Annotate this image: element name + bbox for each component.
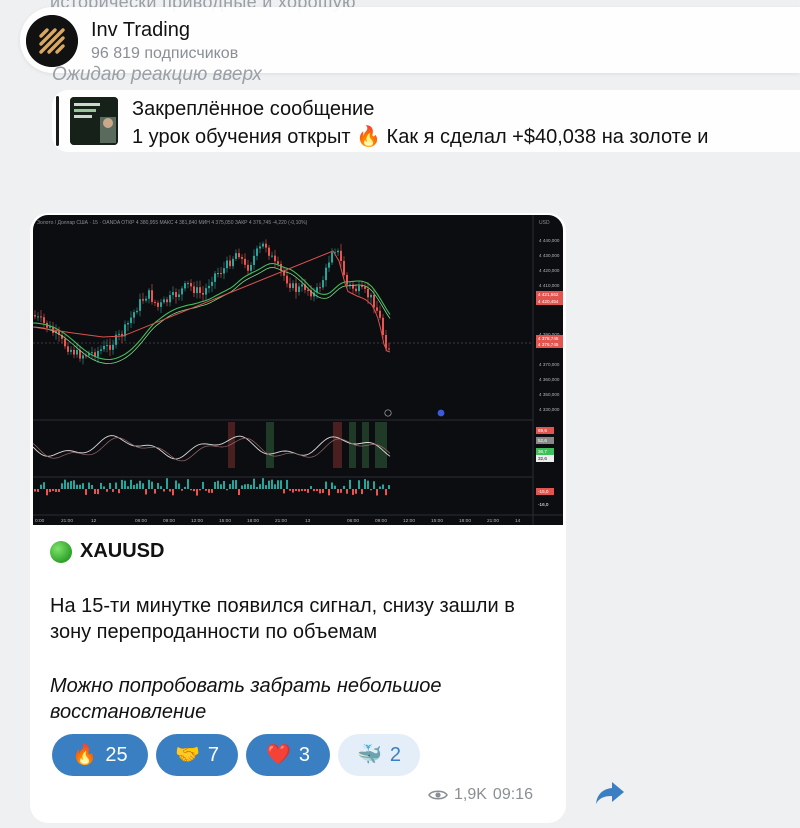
price-tick-label: 4 440,000 [539, 238, 560, 243]
time-tick-label: 14 [515, 518, 521, 524]
price-label: 4 420,454 [538, 299, 559, 304]
time-tick-label: 06:00 [347, 518, 359, 524]
chart-header-text: Золото / Доллар США · 15 · OANDA ОТКР 4 … [37, 220, 308, 226]
reaction-count: 7 [207, 743, 220, 766]
indicator-label: 36,7 [538, 449, 547, 454]
time-tick-label: 12:00 [191, 518, 203, 524]
pinned-thumbnail[interactable] [70, 97, 118, 145]
share-arrow-icon [596, 782, 624, 804]
time-tick-label: 09:00 [375, 518, 387, 524]
moving-average-green [33, 262, 391, 361]
price-label: 4 421,552 [538, 292, 559, 297]
logo-icon [26, 15, 78, 67]
pinned-title: Закреплённое сообщение [132, 98, 375, 120]
indicator-label: 32,6 [538, 456, 547, 461]
price-tick-label: 4 330,000 [539, 407, 560, 412]
reaction-whale[interactable]: 🐳 2 [338, 734, 420, 776]
heart-icon: ❤️ [265, 744, 291, 766]
post-title-text: XAUUSD [80, 540, 165, 562]
pinned-message-bar[interactable]: Закреплённое сообщение 1 урок обучения о… [52, 90, 800, 152]
time-tick-label: 21:00 [61, 518, 73, 524]
reaction-count: 2 [389, 743, 402, 766]
time-tick-label: 06:00 [135, 518, 147, 524]
view-count: 1,9K [454, 786, 487, 803]
whale-icon: 🐳 [356, 744, 382, 766]
time-tick-label: 21:00 [275, 518, 287, 524]
reaction-count: 25 [105, 743, 128, 766]
time-tick-label: 21:00 [487, 518, 499, 524]
handshake-icon: 🤝 [174, 744, 200, 766]
pinned-text: 1 урок обучения открыт 🔥 Как я сделал +$… [132, 126, 709, 148]
flag-icon [437, 409, 445, 417]
price-label: 4 376,745 [538, 342, 559, 347]
price-label: 4 378,745 [538, 336, 559, 341]
post-body: На 15-ти минутке появился сигнал, снизу … [50, 595, 515, 643]
time-tick-label: 12:00 [403, 518, 415, 524]
price-tick-label: 4 420,000 [539, 268, 560, 273]
indicator-label: -15,0 [538, 489, 549, 494]
channel-avatar[interactable] [26, 15, 78, 67]
post-time: 09:16 [492, 786, 533, 803]
views-eye-icon [428, 790, 448, 800]
price-tick-label: 4 410,000 [539, 283, 560, 288]
time-tick-label: 09:00 [163, 518, 175, 524]
moving-average-red [33, 250, 391, 353]
price-tick-label: 4 370,000 [539, 362, 560, 367]
share-button[interactable] [592, 778, 628, 808]
time-tick-label: 12 [91, 518, 97, 524]
reaction-fire[interactable]: 🔥 25 [52, 734, 148, 776]
post-italic-text: Можно попробовать забрать небольшое восс… [50, 675, 442, 723]
time-tick-label: 18:00 [247, 518, 259, 524]
post-title: XAUUSD [50, 540, 164, 563]
chart-marker-icon [384, 409, 392, 417]
time-tick-label: 15:00 [219, 518, 231, 524]
reaction-count: 3 [298, 743, 311, 766]
subscriber-count: 96 819 подписчиков [91, 45, 239, 62]
price-tick-label: 4 430,000 [539, 253, 560, 258]
time-tick-label: 15:00 [431, 518, 443, 524]
time-tick-label: 18:00 [459, 518, 471, 524]
previous-message-italic: Ожидаю реакцию вверх [52, 64, 262, 85]
green-circle-icon [50, 540, 72, 563]
reaction-handshake[interactable]: 🤝 7 [156, 734, 238, 776]
price-tick-label: 4 350,000 [539, 392, 560, 397]
time-tick-label: 13 [305, 518, 311, 524]
pinned-thumbnail-image [70, 97, 118, 145]
time-tick-label: 0:00 [35, 518, 45, 524]
pinned-indicator [56, 96, 59, 146]
chart-currency: USD [539, 220, 550, 226]
post-meta: 1,9K 09:16 [428, 786, 533, 804]
price-tick-label: 4 360,000 [539, 377, 560, 382]
indicator-label: 52,6 [538, 438, 547, 443]
trading-chart-svg: Золото / Доллар США · 15 · OANDA ОТКР 4 … [33, 215, 563, 525]
indicator-label: -16,0 [538, 502, 549, 507]
channel-post: Золото / Доллар США · 15 · OANDA ОТКР 4 … [30, 213, 566, 823]
indicator-label: 69,6 [538, 428, 547, 433]
reaction-heart[interactable]: ❤️ 3 [246, 734, 330, 776]
channel-name[interactable]: Inv Trading [91, 19, 190, 42]
trading-chart-image[interactable]: Золото / Доллар США · 15 · OANDA ОТКР 4 … [33, 215, 563, 525]
fire-icon: 🔥 [72, 744, 98, 766]
